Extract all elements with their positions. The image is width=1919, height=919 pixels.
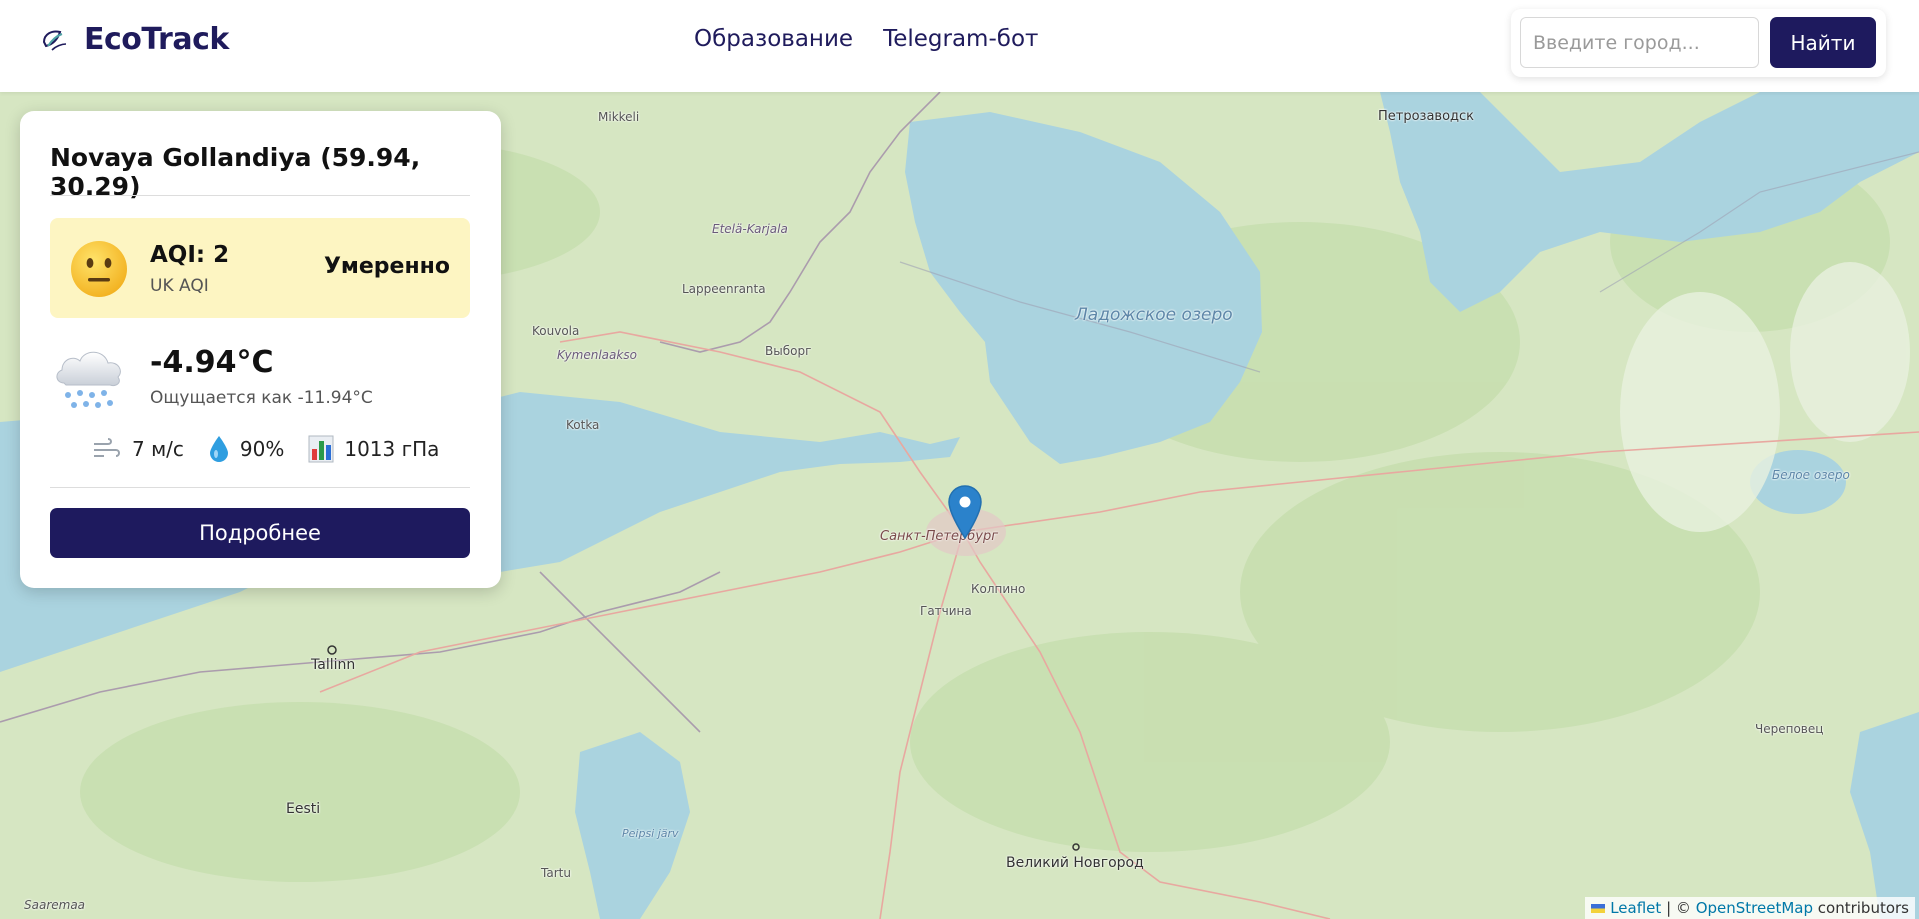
map-label-saaremaa: Saaremaa [24,898,86,912]
card-divider [50,195,470,196]
location-info-card: Novaya Gollandiya (59.94, 30.29) AQI: 2 … [20,111,501,588]
weather-stats: 7 м/с 90% 1013 гПа [92,435,453,463]
location-marker-icon[interactable] [948,485,982,539]
main-nav: Образование Telegram-бот [694,26,1038,52]
snow-cloud-icon [56,351,121,408]
map-label-kotka: Kotka [566,418,600,432]
openstreetmap-link[interactable]: OpenStreetMap [1696,899,1813,917]
pressure-stat: 1013 гПа [308,435,439,463]
location-title: Novaya Gollandiya (59.94, 30.29) [50,143,421,201]
aqi-status: Умеренно [323,254,450,279]
map-label-peipsi: Peipsi järv [622,827,679,840]
map-label-tartu: Tartu [541,866,571,880]
humidity-value: 90% [239,437,285,461]
aqi-scale: UK AQI [150,276,209,296]
wind-value: 7 м/с [132,437,184,461]
pressure-value: 1013 гПа [344,437,440,461]
aqi-panel: AQI: 2 UK AQI Умеренно [50,218,470,318]
map-label-mikkeli: Mikkeli [598,110,640,124]
map-label-ladoga: Ладожское озеро [1075,305,1233,325]
card-divider [50,487,470,488]
map-label-tallinn: Tallinn [311,657,356,673]
map-label-kolpino: Колпино [971,582,1026,596]
map-label-beloe-lake: Белое озеро [1772,468,1850,482]
leaflet-link[interactable]: Leaflet [1610,899,1661,917]
nav-link-education[interactable]: Образование [694,26,853,52]
temperature-value: -4.94°C [150,345,274,380]
map-label-cherepovets: Череповец [1755,722,1824,736]
top-navbar: EcoTrack Образование Telegram-бот Найти [0,0,1919,92]
humidity-stat: 90% [208,435,284,463]
wind-icon [94,438,120,457]
city-search-input[interactable] [1520,17,1759,68]
attribution-suffix: contributors [1817,899,1909,917]
attribution-separator: | © [1666,899,1691,917]
map-label-vyborg: Выборг [765,344,812,358]
map-label-kymenlaakso: Kymenlaakso [557,348,637,362]
map-label-novgorod: Великий Новгород [1006,855,1144,871]
wind-stat: 7 м/с [92,436,184,462]
map-label-eesti: Eesti [286,801,321,817]
ukraine-flag-icon [1591,904,1606,913]
search-button[interactable]: Найти [1770,17,1876,68]
map-label-petrozavodsk: Петрозаводск [1378,109,1475,124]
feels-like-text: Ощущается как -11.94°C [150,388,373,408]
details-button[interactable]: Подробнее [50,508,470,558]
map-attribution: Leaflet | © OpenStreetMap contributors [1585,897,1915,919]
neutral-face-icon [71,241,127,297]
water-drop-icon [209,436,228,462]
leaf-logo-icon [42,30,67,51]
city-search-form: Найти [1511,9,1886,77]
map-label-kouvola: Kouvola [532,324,580,338]
nav-link-telegram-bot[interactable]: Telegram-бот [883,26,1038,52]
map-label-lappeenranta: Lappeenranta [682,282,766,296]
bar-chart-icon [308,435,334,463]
aqi-value: AQI: 2 [150,242,230,268]
brand-logo-link[interactable]: EcoTrack [38,22,229,57]
map-label-gatchina: Гатчина [920,604,972,618]
brand-name: EcoTrack [84,22,229,57]
map-label-etela-karjala: Etelä-Karjala [712,222,788,236]
